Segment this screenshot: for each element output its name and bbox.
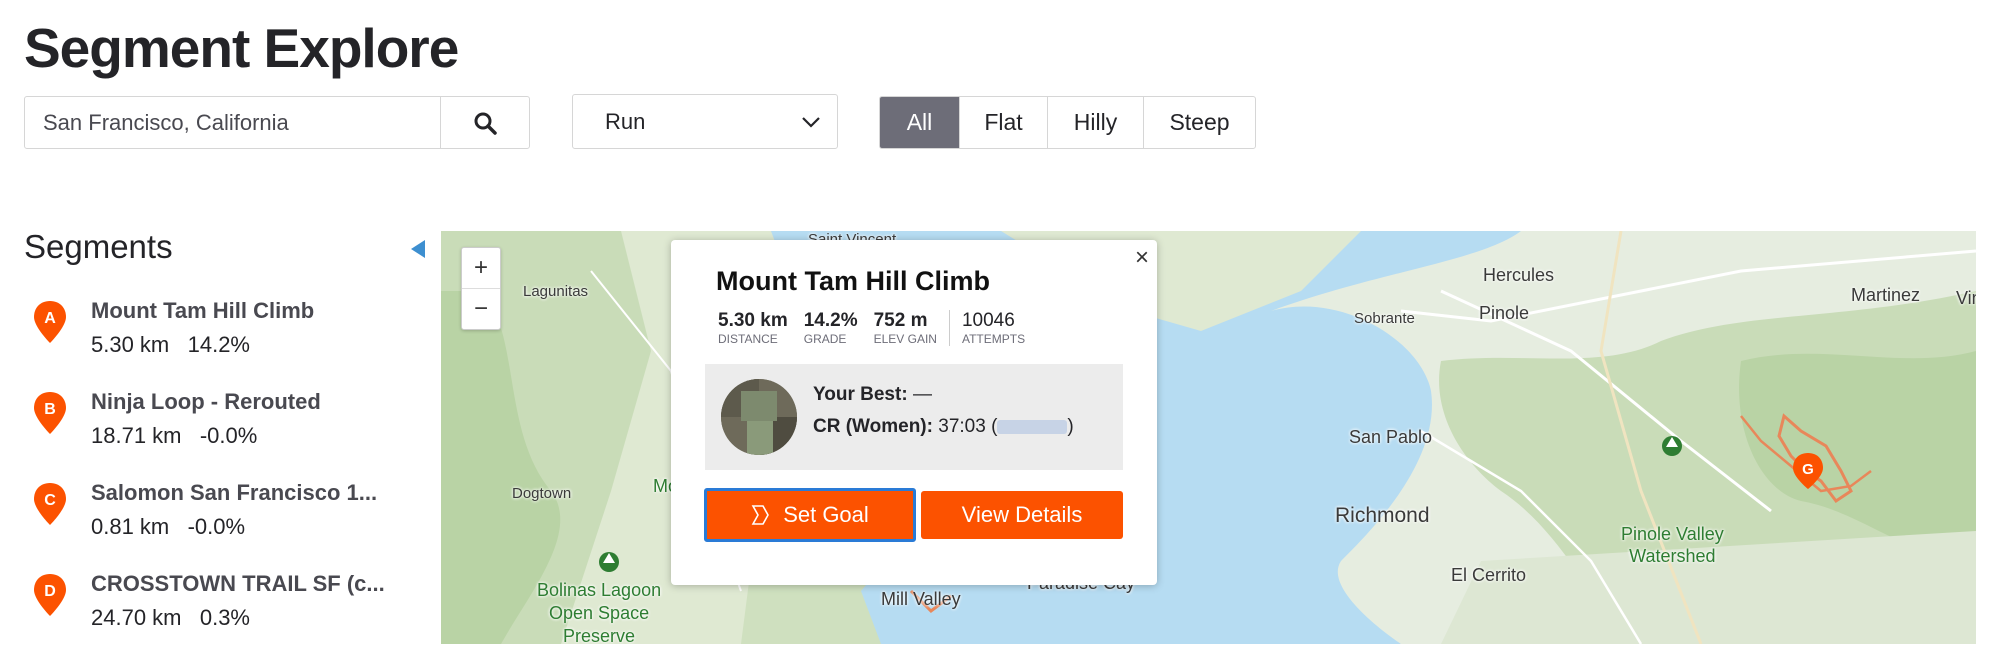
map-label-sobrante: Sobrante — [1354, 310, 1415, 327]
marker-b-icon: B — [34, 392, 66, 434]
marker-a-icon: A — [34, 301, 66, 343]
map-label-hercules: Hercules — [1483, 265, 1555, 285]
segment-item-c[interactable]: C Salomon San Francisco 1... 0.81 km -0.… — [24, 478, 404, 569]
segment-grade: 14.2% — [187, 332, 250, 357]
terrain-steep-button[interactable]: Steep — [1143, 97, 1255, 148]
chevron-down-icon — [802, 116, 820, 128]
segment-name[interactable]: Ninja Loop - Rerouted — [91, 389, 321, 415]
map-label-lagunitas: Lagunitas — [523, 283, 589, 300]
collapse-sidebar-icon[interactable] — [411, 240, 425, 258]
avatar[interactable] — [721, 379, 797, 455]
segment-item-b[interactable]: B Ninja Loop - Rerouted 18.71 km -0.0% — [24, 387, 404, 478]
map-label-san-pablo: San Pablo — [1349, 427, 1433, 447]
segment-list: A Mount Tam Hill Climb 5.30 km 14.2% B N… — [24, 296, 404, 660]
set-goal-label: Set Goal — [783, 502, 869, 527]
segment-distance: 5.30 km — [91, 332, 170, 357]
map-label-pinole-valley: Pinole Valley Watershed — [1621, 524, 1724, 566]
terrain-flat-button[interactable]: Flat — [959, 97, 1047, 148]
segment-distance: 24.70 km — [91, 605, 182, 630]
sport-type-value: Run — [605, 108, 646, 134]
your-best-line: Your Best: — — [813, 384, 932, 405]
svg-text:G: G — [1802, 461, 1814, 478]
terrain-all-button[interactable]: All — [880, 97, 959, 148]
segment-stats: 18.71 km -0.0% — [91, 423, 257, 449]
segment-item-d[interactable]: D CROSSTOWN TRAIL SF (c... 24.70 km 0.3% — [24, 569, 404, 660]
segment-name[interactable]: Mount Tam Hill Climb — [91, 298, 314, 324]
goal-chevron-icon — [751, 504, 770, 526]
location-search-input[interactable] — [25, 97, 440, 148]
map-label-richmond: Richmond — [1335, 504, 1430, 527]
segment-stats: 24.70 km 0.3% — [91, 605, 250, 631]
map-label-mill-valley: Mill Valley — [881, 589, 961, 609]
page-title: Segment Explore — [24, 17, 459, 79]
zoom-out-button[interactable]: − — [462, 288, 500, 329]
stat-distance: 5.30 km Distance — [718, 310, 788, 346]
segment-distance: 0.81 km — [91, 514, 170, 539]
map-label-vine: Vin — [1956, 288, 1976, 308]
map-label-bolinas: Bolinas Lagoon Open Space Preserve — [537, 580, 662, 644]
segment-stats: 0.81 km -0.0% — [91, 514, 245, 540]
segment-grade: 0.3% — [199, 605, 250, 630]
set-goal-button[interactable]: Set Goal — [704, 488, 916, 542]
sport-type-select[interactable]: Run — [572, 94, 838, 149]
course-record-line: CR (Women): 37:03 () — [813, 416, 1074, 437]
svg-text:C: C — [44, 492, 56, 509]
location-search — [24, 96, 530, 149]
best-times-box: Your Best: — CR (Women): 37:03 () — [705, 364, 1123, 470]
search-button[interactable] — [440, 97, 529, 148]
segment-grade: -0.0% — [199, 423, 258, 448]
terrain-filter: All Flat Hilly Steep — [879, 96, 1256, 149]
segment-popup: × Mount Tam Hill Climb 5.30 km Distance … — [671, 240, 1157, 585]
view-details-button[interactable]: View Details — [921, 491, 1123, 539]
stat-grade: 14.2% Grade — [803, 310, 858, 346]
blurred-name — [997, 419, 1068, 434]
map-label-dogtown: Dogtown — [512, 485, 572, 502]
zoom-in-button[interactable]: + — [462, 248, 500, 288]
segment-distance: 18.71 km — [91, 423, 182, 448]
close-icon[interactable]: × — [1135, 244, 1149, 272]
segment-stats: 5.30 km 14.2% — [91, 332, 250, 358]
map-label-el-cerrito: El Cerrito — [1451, 565, 1527, 585]
terrain-hilly-button[interactable]: Hilly — [1047, 97, 1143, 148]
marker-d-icon: D — [34, 574, 66, 616]
map-label-martinez: Martinez — [1851, 285, 1921, 305]
svg-text:B: B — [44, 401, 56, 418]
stat-attempts: 10046 Attempts — [948, 310, 1025, 346]
svg-text:D: D — [44, 583, 56, 600]
segments-heading: Segments — [24, 228, 173, 265]
stat-elev-gain: 752 m Elev Gain — [873, 310, 937, 346]
map-label-pinole: Pinole — [1479, 303, 1530, 323]
marker-c-icon: C — [34, 483, 66, 525]
svg-text:A: A — [44, 310, 56, 327]
popup-stats: 5.30 km Distance 14.2% Grade 752 m Elev … — [718, 310, 1041, 346]
map-zoom-control: + − — [461, 247, 501, 330]
search-icon — [474, 112, 497, 135]
segment-grade: -0.0% — [187, 514, 246, 539]
segment-name[interactable]: CROSSTOWN TRAIL SF (c... — [91, 571, 385, 597]
popup-title: Mount Tam Hill Climb — [716, 266, 990, 296]
segment-item-a[interactable]: A Mount Tam Hill Climb 5.30 km 14.2% — [24, 296, 404, 387]
segment-name[interactable]: Salomon San Francisco 1... — [91, 480, 377, 506]
